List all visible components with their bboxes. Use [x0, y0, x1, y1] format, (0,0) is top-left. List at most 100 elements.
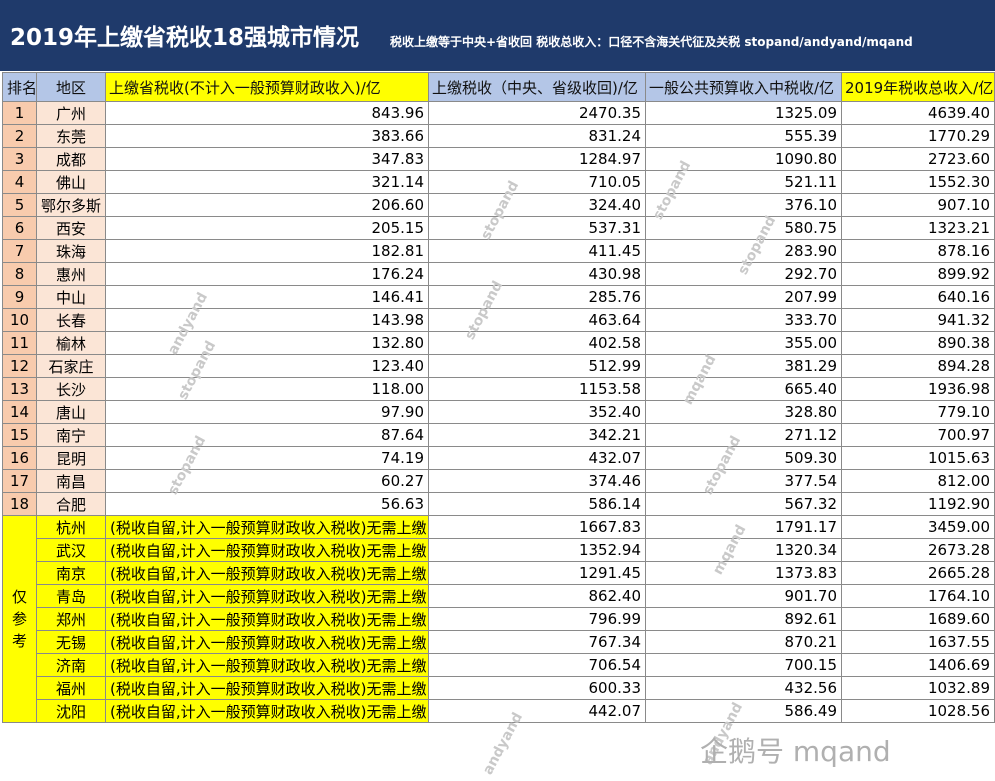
upper-tax-cell: 586.14 — [428, 492, 646, 516]
local-tax-cell: 381.29 — [645, 354, 842, 378]
table-row: 15 南宁 87.64 342.21 271.12 700.97 — [2, 423, 995, 447]
footer-watermark: 企鹅号 mqand — [700, 735, 891, 768]
total-cell: 2673.28 — [841, 538, 995, 562]
local-tax-cell: 377.54 — [645, 469, 842, 493]
total-cell: 779.10 — [841, 400, 995, 424]
reference-city-cell: 福州 — [36, 676, 106, 700]
city-cell: 榆林 — [36, 331, 106, 355]
total-cell: 907.10 — [841, 193, 995, 217]
upper-tax-cell: 1153.58 — [428, 377, 646, 401]
rank-cell: 15 — [2, 423, 37, 447]
city-cell: 唐山 — [36, 400, 106, 424]
reference-note-cell: (税收自留,计入一般预算财政收入税收)无需上缴 — [105, 515, 429, 539]
total-cell: 4639.40 — [841, 101, 995, 125]
rank-cell: 17 — [2, 469, 37, 493]
col-header-province-tax: 上缴省税收(不计入一般预算财政收入)/亿 — [105, 72, 429, 102]
upper-tax-cell: 374.46 — [428, 469, 646, 493]
rank-cell: 11 — [2, 331, 37, 355]
rank-cell: 1 — [2, 101, 37, 125]
upper-tax-cell: 512.99 — [428, 354, 646, 378]
city-cell: 中山 — [36, 285, 106, 309]
city-cell: 成都 — [36, 147, 106, 171]
province-tax-cell: 206.60 — [105, 193, 429, 217]
total-cell: 941.32 — [841, 308, 995, 332]
upper-tax-cell: 442.07 — [428, 699, 646, 723]
upper-tax-cell: 1291.45 — [428, 561, 646, 585]
tax-table: 排名 地区 上缴省税收(不计入一般预算财政收入)/亿 上缴税收（中央、省级收回)… — [2, 72, 995, 723]
reference-note-cell: (税收自留,计入一般预算财政收入税收)无需上缴 — [105, 561, 429, 585]
city-cell: 东莞 — [36, 124, 106, 148]
rank-cell: 9 — [2, 285, 37, 309]
page-title: 2019年上缴省税收18强城市情况 — [10, 25, 360, 51]
local-tax-cell: 333.70 — [645, 308, 842, 332]
total-cell: 878.16 — [841, 239, 995, 263]
table-row: 1 广州 843.96 2470.35 1325.09 4639.40 — [2, 101, 995, 125]
local-tax-cell: 870.21 — [645, 630, 842, 654]
local-tax-cell: 207.99 — [645, 285, 842, 309]
reference-city-cell: 南京 — [36, 561, 106, 585]
rank-cell: 7 — [2, 239, 37, 263]
local-tax-cell: 432.56 — [645, 676, 842, 700]
reference-note-cell: (税收自留,计入一般预算财政收入税收)无需上缴 — [105, 699, 429, 723]
upper-tax-cell: 831.24 — [428, 124, 646, 148]
table-row: 13 长沙 118.00 1153.58 665.40 1936.98 — [2, 377, 995, 401]
local-tax-cell: 1325.09 — [645, 101, 842, 125]
local-tax-cell: 355.00 — [645, 331, 842, 355]
province-tax-cell: 123.40 — [105, 354, 429, 378]
city-cell: 长春 — [36, 308, 106, 332]
total-cell: 1764.10 — [841, 584, 995, 608]
rank-cell: 10 — [2, 308, 37, 332]
city-cell: 南昌 — [36, 469, 106, 493]
province-tax-cell: 182.81 — [105, 239, 429, 263]
total-cell: 2723.60 — [841, 147, 995, 171]
reference-row: 沈阳 (税收自留,计入一般预算财政收入税收)无需上缴 442.07 586.49 102… — [3, 699, 995, 723]
local-tax-cell: 567.32 — [645, 492, 842, 516]
province-tax-cell: 60.27 — [105, 469, 429, 493]
reference-city-cell: 武汉 — [36, 538, 106, 562]
upper-tax-cell: 767.34 — [428, 630, 646, 654]
reference-note-cell: (税收自留,计入一般预算财政收入税收)无需上缴 — [105, 584, 429, 608]
table-row: 14 唐山 97.90 352.40 328.80 779.10 — [2, 400, 995, 424]
total-cell: 1770.29 — [841, 124, 995, 148]
total-cell: 640.16 — [841, 285, 995, 309]
city-cell: 石家庄 — [36, 354, 106, 378]
reference-city-cell: 郑州 — [36, 607, 106, 631]
city-cell: 珠海 — [36, 239, 106, 263]
reference-city-cell: 青岛 — [36, 584, 106, 608]
col-header-upper-tax: 上缴税收（中央、省级收回)/亿 — [428, 72, 646, 102]
city-cell: 长沙 — [36, 377, 106, 401]
col-header-city: 地区 — [36, 72, 106, 102]
upper-tax-cell: 537.31 — [428, 216, 646, 240]
province-tax-cell: 321.14 — [105, 170, 429, 194]
total-cell: 1323.21 — [841, 216, 995, 240]
total-cell: 1936.98 — [841, 377, 995, 401]
total-cell: 700.97 — [841, 423, 995, 447]
reference-row: 武汉 (税收自留,计入一般预算财政收入税收)无需上缴 1352.94 1320.34 2… — [3, 538, 995, 562]
rank-cell: 6 — [2, 216, 37, 240]
reference-note-cell: (税收自留,计入一般预算财政收入税收)无需上缴 — [105, 607, 429, 631]
upper-tax-cell: 1352.94 — [428, 538, 646, 562]
total-cell: 1028.56 — [841, 699, 995, 723]
province-tax-cell: 74.19 — [105, 446, 429, 470]
reference-city-cell: 沈阳 — [36, 699, 106, 723]
reference-row: 南京 (税收自留,计入一般预算财政收入税收)无需上缴 1291.45 1373.83 2… — [3, 561, 995, 585]
col-header-local-tax: 一般公共预算收入中税收/亿 — [645, 72, 842, 102]
table-row: 4 佛山 321.14 710.05 521.11 1552.30 — [2, 170, 995, 194]
table-row: 17 南昌 60.27 374.46 377.54 812.00 — [2, 469, 995, 493]
local-tax-cell: 271.12 — [645, 423, 842, 447]
city-cell: 惠州 — [36, 262, 106, 286]
reference-row: 无锡 (税收自留,计入一般预算财政收入税收)无需上缴 767.34 870.21 163… — [3, 630, 995, 654]
local-tax-cell: 509.30 — [645, 446, 842, 470]
province-tax-cell: 143.98 — [105, 308, 429, 332]
province-tax-cell: 205.15 — [105, 216, 429, 240]
total-cell: 1032.89 — [841, 676, 995, 700]
upper-tax-cell: 285.76 — [428, 285, 646, 309]
upper-tax-cell: 710.05 — [428, 170, 646, 194]
total-cell: 890.38 — [841, 331, 995, 355]
province-tax-cell: 383.66 — [105, 124, 429, 148]
reference-row: 济南 (税收自留,计入一般预算财政收入税收)无需上缴 706.54 700.15 140… — [3, 653, 995, 677]
upper-tax-cell: 463.64 — [428, 308, 646, 332]
province-tax-cell: 132.80 — [105, 331, 429, 355]
total-cell: 1637.55 — [841, 630, 995, 654]
table-row: 7 珠海 182.81 411.45 283.90 878.16 — [2, 239, 995, 263]
